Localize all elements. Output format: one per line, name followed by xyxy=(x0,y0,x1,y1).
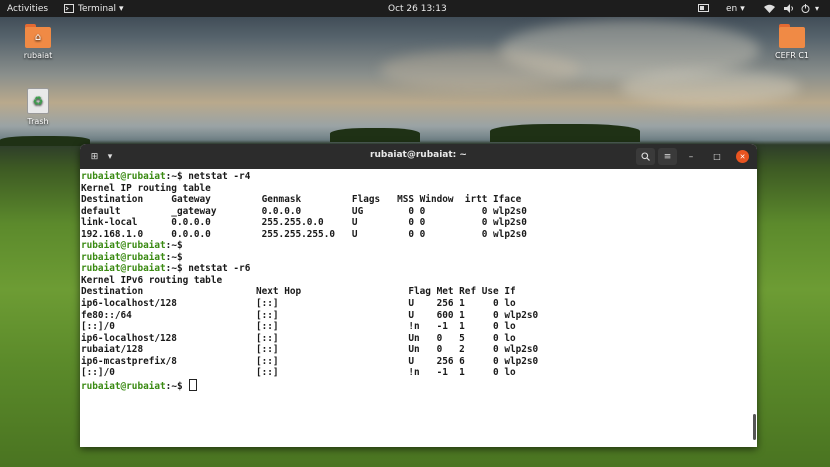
shell-prompt: rubaiat@rubaiat xyxy=(81,380,166,392)
search-icon xyxy=(641,152,650,161)
activities-label: Activities xyxy=(7,3,49,14)
output-text: Kernel IPv6 routing table xyxy=(81,274,223,286)
activities-button[interactable]: Activities xyxy=(7,0,48,17)
command-text: :~$ xyxy=(165,240,183,252)
display-icon[interactable] xyxy=(698,0,709,17)
close-button[interactable]: ✕ xyxy=(736,150,749,163)
desktop-icon-cefr[interactable]: CEFR C1 xyxy=(762,24,822,60)
command-text: :~$ netstat -r6 xyxy=(165,263,251,275)
top-bar: Activities Terminal ▾ Oct 26 13:13 en ▾ … xyxy=(0,0,830,17)
hamburger-icon: ≡ xyxy=(663,151,672,162)
output-text: [::]/0 [::] !n -1 1 0 lo xyxy=(81,367,516,379)
output-text: ip6-localhost/128 [::] Un 0 5 0 lo xyxy=(81,332,516,344)
folder-icon xyxy=(779,24,805,48)
terminal-app-icon xyxy=(64,4,74,13)
window-title: rubaiat@rubaiat: ~ xyxy=(370,150,467,160)
language-label: en xyxy=(726,3,738,14)
terminal-line: rubaiat/128 [::] Un 0 2 0 wlp2s0 xyxy=(81,344,746,356)
output-text: 192.168.1.0 0.0.0.0 255.255.255.0 U 0 0 … xyxy=(81,228,527,240)
shell-prompt: rubaiat@rubaiat xyxy=(81,251,166,263)
terminal-output[interactable]: rubaiat@rubaiat:~$ netstat -r4 Kernel IP … xyxy=(80,169,746,447)
chevron-down-icon: ▾ xyxy=(119,3,124,14)
clock-button[interactable]: Oct 26 13:13 xyxy=(388,0,447,17)
power-icon[interactable] xyxy=(801,0,810,17)
terminal-line: link-local 0.0.0.0 255.255.0.0 U 0 0 0 w… xyxy=(81,217,746,229)
app-menu-button[interactable]: Terminal ▾ xyxy=(64,0,124,17)
output-text: rubaiat/128 [::] Un 0 2 0 wlp2s0 xyxy=(81,344,539,356)
command-text: :~$ netstat -r4 xyxy=(165,171,251,182)
output-text: link-local 0.0.0.0 255.255.0.0 U 0 0 0 w… xyxy=(81,217,527,229)
terminal-line: rubaiat@rubaiat:~$ netstat -r4 xyxy=(81,171,746,183)
home-folder-icon: ⌂ xyxy=(25,24,51,48)
command-text: :~$ xyxy=(165,380,189,392)
desktop-icon-label: CEFR C1 xyxy=(774,51,810,60)
terminal-line: Destination Next Hop Flag Met Ref Use If xyxy=(81,286,746,298)
wifi-icon[interactable] xyxy=(764,0,775,17)
terminal-line: default _gateway 0.0.0.0 UG 0 0 0 wlp2s0 xyxy=(81,206,746,218)
terminal-line: rubaiat@rubaiat:~$ xyxy=(81,252,746,264)
output-text: Destination Gateway Genmask Flags MSS Wi… xyxy=(81,194,522,206)
minimize-button[interactable]: – xyxy=(684,148,698,165)
system-menu-chevron-icon[interactable]: ▾ xyxy=(815,0,819,17)
maximize-icon: □ xyxy=(713,152,721,161)
text-cursor xyxy=(189,378,198,391)
terminal-line: rubaiat@rubaiat:~$ xyxy=(81,240,746,252)
minimize-icon: – xyxy=(688,151,694,162)
terminal-line: ip6-localhost/128 [::] U 256 1 0 lo xyxy=(81,298,746,310)
shell-prompt: rubaiat@rubaiat xyxy=(81,240,166,252)
terminal-line: ip6-mcastprefix/8 [::] U 256 6 0 wlp2s0 xyxy=(81,356,746,368)
terminal-line: Destination Gateway Genmask Flags MSS Wi… xyxy=(81,194,746,206)
maximize-button[interactable]: □ xyxy=(710,148,724,165)
output-text: default _gateway 0.0.0.0 UG 0 0 0 wlp2s0 xyxy=(81,205,527,217)
desktop-icon-trash[interactable]: ♻ Trash xyxy=(8,88,68,126)
output-text: fe80::/64 [::] U 600 1 0 wlp2s0 xyxy=(81,309,539,321)
terminal-line: Kernel IP routing table xyxy=(81,183,746,195)
window-titlebar[interactable]: ⊞ ▾ rubaiat@rubaiat: ~ ≡ – □ ✕ xyxy=(80,144,757,169)
terminal-line: ip6-localhost/128 [::] Un 0 5 0 lo xyxy=(81,333,746,345)
output-text: ip6-mcastprefix/8 [::] U 256 6 0 wlp2s0 xyxy=(81,355,539,367)
terminal-line: rubaiat@rubaiat:~$ netstat -r6 xyxy=(81,263,746,275)
command-text: :~$ xyxy=(165,251,183,263)
terminal-line: [::]/0 [::] !n -1 1 0 lo xyxy=(81,367,746,379)
terminal-window: ⊞ ▾ rubaiat@rubaiat: ~ ≡ – □ ✕ rubaiat@r… xyxy=(80,144,757,447)
close-icon: ✕ xyxy=(739,152,746,161)
output-text: ip6-localhost/128 [::] U 256 1 0 lo xyxy=(81,298,516,310)
chevron-down-icon: ▾ xyxy=(740,3,745,14)
desktop-icon-home[interactable]: ⌂ rubaiat xyxy=(8,24,68,60)
shell-prompt: rubaiat@rubaiat xyxy=(81,263,166,275)
terminal-scrollbar[interactable] xyxy=(753,414,756,440)
terminal-line: 192.168.1.0 0.0.0.0 255.255.255.0 U 0 0 … xyxy=(81,229,746,241)
desktop-icon-label: Trash xyxy=(27,117,49,126)
trash-icon: ♻ xyxy=(27,88,49,114)
desktop-icon-label: rubaiat xyxy=(23,51,53,60)
terminal-line: rubaiat@rubaiat:~$ xyxy=(81,378,746,393)
search-button[interactable] xyxy=(636,148,655,165)
shell-prompt: rubaiat@rubaiat xyxy=(81,171,166,182)
app-menu-label: Terminal xyxy=(78,3,117,14)
output-text: [::]/0 [::] !n -1 1 0 lo xyxy=(81,321,516,333)
output-text: Destination Next Hop Flag Met Ref Use If xyxy=(81,286,516,298)
terminal-line: fe80::/64 [::] U 600 1 0 wlp2s0 xyxy=(81,310,746,322)
volume-icon[interactable] xyxy=(784,0,794,17)
language-selector[interactable]: en ▾ xyxy=(726,0,745,17)
terminal-line: [::]/0 [::] !n -1 1 0 lo xyxy=(81,321,746,333)
terminal-line: Kernel IPv6 routing table xyxy=(81,275,746,287)
menu-button[interactable]: ≡ xyxy=(658,148,677,165)
clock-label: Oct 26 13:13 xyxy=(388,3,447,14)
output-text: Kernel IP routing table xyxy=(81,182,211,194)
